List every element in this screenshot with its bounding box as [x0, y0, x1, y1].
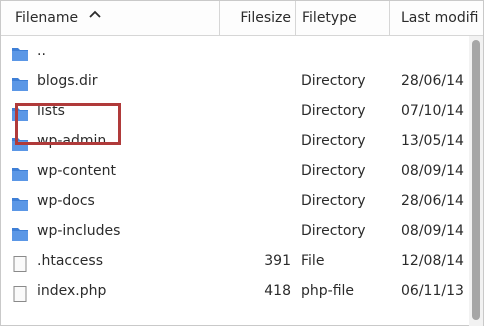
- file-last-modified: 12/08/14: [401, 253, 464, 269]
- file-type: php-file: [301, 283, 355, 299]
- scrollbar-thumb[interactable]: [472, 40, 480, 320]
- column-divider[interactable]: [389, 1, 390, 35]
- folder-icon: [11, 133, 29, 151]
- file-icon: [11, 253, 29, 272]
- file-type: Directory: [301, 163, 366, 179]
- file-row[interactable]: lists Directory 07/10/14: [1, 96, 469, 126]
- folder-icon: [11, 73, 29, 91]
- file-last-modified: 28/06/14: [401, 73, 464, 89]
- column-header-filesize[interactable]: Filesize: [223, 1, 291, 35]
- file-type: Directory: [301, 133, 366, 149]
- file-size: 418: [264, 283, 291, 299]
- file-row[interactable]: wp-includes Directory 08/09/14: [1, 216, 469, 246]
- sort-ascending-icon: [88, 1, 101, 35]
- file-list-panel: Filename Filesize Filetype Last modifi .…: [0, 0, 484, 326]
- file-name: wp-admin: [37, 133, 107, 149]
- column-divider[interactable]: [295, 1, 296, 35]
- file-name: blogs.dir: [37, 73, 98, 89]
- file-type: File: [301, 253, 325, 269]
- column-header-filetype[interactable]: Filetype: [299, 1, 387, 35]
- file-type: Directory: [301, 73, 366, 89]
- folder-icon: [11, 43, 29, 61]
- file-last-modified: 06/11/13: [401, 283, 464, 299]
- file-name: index.php: [37, 283, 107, 299]
- column-divider[interactable]: [219, 1, 220, 35]
- column-header-last-modified[interactable]: Last modifi: [395, 1, 484, 35]
- folder-icon: [11, 163, 29, 181]
- file-name: ..: [37, 43, 46, 59]
- file-row[interactable]: .htaccess 391 File 12/08/14: [1, 246, 469, 276]
- file-type: Directory: [301, 103, 366, 119]
- folder-icon: [11, 223, 29, 241]
- file-name: wp-docs: [37, 193, 95, 209]
- column-header-filename-label: Filename: [15, 10, 79, 26]
- file-name: .htaccess: [37, 253, 103, 269]
- vertical-scrollbar[interactable]: [469, 36, 483, 326]
- file-list: .. blogs.dir Directory 28/06/14 lists Directo…: [1, 36, 469, 326]
- column-header-filename[interactable]: Filename: [15, 1, 215, 35]
- file-row[interactable]: blogs.dir Directory 28/06/14: [1, 66, 469, 96]
- file-type: Directory: [301, 193, 366, 209]
- file-row[interactable]: wp-admin Directory 13/05/14: [1, 126, 469, 156]
- file-row[interactable]: wp-content Directory 08/09/14: [1, 156, 469, 186]
- file-size: 391: [264, 253, 291, 269]
- file-name: lists: [37, 103, 65, 119]
- folder-icon: [11, 103, 29, 121]
- column-header-row: Filename Filesize Filetype Last modifi: [1, 1, 483, 36]
- file-name: wp-includes: [37, 223, 121, 239]
- file-last-modified: 08/09/14: [401, 163, 464, 179]
- file-last-modified: 13/05/14: [401, 133, 464, 149]
- file-last-modified: 07/10/14: [401, 103, 464, 119]
- file-name: wp-content: [37, 163, 116, 179]
- file-row[interactable]: ..: [1, 36, 469, 66]
- file-row[interactable]: index.php 418 php-file 06/11/13: [1, 276, 469, 306]
- file-row[interactable]: wp-docs Directory 28/06/14: [1, 186, 469, 216]
- file-last-modified: 28/06/14: [401, 193, 464, 209]
- folder-icon: [11, 193, 29, 211]
- file-type: Directory: [301, 223, 366, 239]
- file-icon: [11, 283, 29, 302]
- file-last-modified: 08/09/14: [401, 223, 464, 239]
